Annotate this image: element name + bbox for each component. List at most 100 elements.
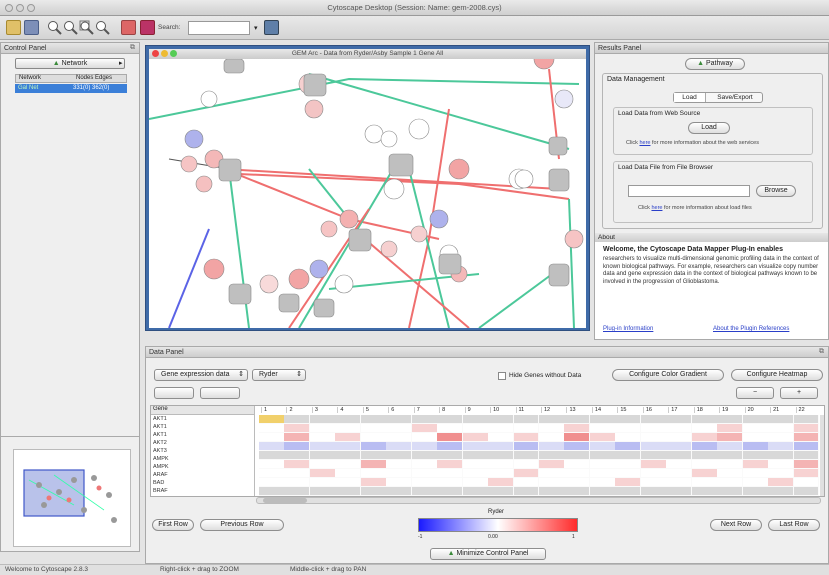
save-icon[interactable] <box>24 20 39 35</box>
heatmap-cell[interactable] <box>335 478 361 486</box>
heatmap-cell[interactable] <box>691 442 717 450</box>
heatmap-cell[interactable] <box>539 478 564 486</box>
heatmap-cell[interactable] <box>462 442 488 450</box>
zoom-out-icon[interactable] <box>63 20 78 35</box>
heatmap-cell[interactable] <box>666 478 692 486</box>
gene-label[interactable]: AMPK <box>153 463 254 471</box>
heatmap-cell[interactable] <box>793 451 819 459</box>
heatmap-cell[interactable] <box>742 487 768 495</box>
heatmap-cell[interactable] <box>564 415 590 423</box>
sample-column-header[interactable]: 9 <box>464 407 489 413</box>
heatmap-cell[interactable] <box>259 424 284 432</box>
sample-column-header[interactable]: 7 <box>413 407 438 413</box>
dataset-select[interactable]: Gene expression data ⇕ <box>154 369 248 381</box>
heatmap-cell[interactable] <box>360 469 386 477</box>
tab-save-export[interactable]: Save/Export <box>707 93 763 102</box>
gene-label[interactable]: BAD <box>153 479 254 487</box>
heatmap-cell[interactable] <box>615 451 641 459</box>
heatmap-cell[interactable] <box>768 424 794 432</box>
sample-column-header[interactable]: 12 <box>541 407 565 413</box>
heatmap-cell[interactable] <box>335 442 361 450</box>
heatmap-cell[interactable] <box>717 469 743 477</box>
sample-column-header[interactable]: 15 <box>617 407 641 413</box>
heatmap-cell[interactable] <box>335 460 361 468</box>
heatmap-cell[interactable] <box>768 478 794 486</box>
heatmap-cell[interactable] <box>335 451 361 459</box>
heatmap-cell[interactable] <box>437 478 463 486</box>
heatmap-cell[interactable] <box>411 478 437 486</box>
browse-button[interactable]: Browse <box>756 185 796 197</box>
heatmap-cell[interactable] <box>615 433 641 441</box>
heatmap-cell[interactable] <box>309 451 335 459</box>
heatmap-cell[interactable] <box>437 433 463 441</box>
heatmap-cell[interactable] <box>386 469 412 477</box>
heatmap-cell[interactable] <box>640 487 666 495</box>
heatmap-cell[interactable] <box>360 487 386 495</box>
plugin-references-link[interactable]: About the Plugin References <box>713 326 789 332</box>
heatmap-cell[interactable] <box>360 424 386 432</box>
heatmap-cell[interactable] <box>259 460 284 468</box>
heatmap-cell[interactable] <box>539 424 564 432</box>
next-row-button[interactable]: Next Row <box>710 519 762 531</box>
heatmap-cell[interactable] <box>615 424 641 432</box>
heatmap-cell[interactable] <box>309 478 335 486</box>
heatmap-cell[interactable] <box>386 424 412 432</box>
heatmap-cell[interactable] <box>640 469 666 477</box>
heatmap-cell[interactable] <box>411 460 437 468</box>
heatmap-cell[interactable] <box>691 433 717 441</box>
heatmap-cell[interactable] <box>437 469 463 477</box>
heatmap-cell[interactable] <box>335 424 361 432</box>
heatmap-cell[interactable] <box>437 415 463 423</box>
vizmapper-icon[interactable] <box>140 20 155 35</box>
load-button[interactable]: Load <box>688 122 730 134</box>
heatmap-cell[interactable] <box>589 433 615 441</box>
heatmap-cell[interactable] <box>691 415 717 423</box>
panel-float-icon[interactable]: ⧉ <box>130 44 135 52</box>
heatmap-cell[interactable] <box>259 469 284 477</box>
heatmap-cell[interactable] <box>309 433 335 441</box>
heatmap-cell[interactable] <box>691 460 717 468</box>
sample-column-header[interactable]: 17 <box>668 407 692 413</box>
heatmap-cell[interactable] <box>742 469 768 477</box>
heatmap-cell[interactable] <box>666 433 692 441</box>
previous-row-button[interactable]: Previous Row <box>200 519 284 531</box>
heatmap-cell[interactable] <box>564 424 590 432</box>
heatmap-cell[interactable] <box>335 433 361 441</box>
heatmap-cell[interactable] <box>411 469 437 477</box>
heatmap-cell[interactable] <box>666 424 692 432</box>
heatmap-cell[interactable] <box>513 451 539 459</box>
heatmap-cell[interactable] <box>360 478 386 486</box>
heatmap-cell[interactable] <box>793 478 819 486</box>
heatmap-cell[interactable] <box>768 460 794 468</box>
heatmap-cell[interactable] <box>513 469 539 477</box>
heatmap-cell[interactable] <box>386 451 412 459</box>
heatmap-cell[interactable] <box>666 460 692 468</box>
heatmap-cell[interactable] <box>488 460 514 468</box>
heatmap-cell[interactable] <box>615 487 641 495</box>
heatmap-cell[interactable] <box>513 424 539 432</box>
heatmap-cell[interactable] <box>539 469 564 477</box>
heatmap-cell[interactable] <box>513 415 539 423</box>
heatmap-cell[interactable] <box>386 487 412 495</box>
heatmap-cell[interactable] <box>589 469 615 477</box>
heatmap-cell[interactable] <box>488 442 514 450</box>
heatmap-cell[interactable] <box>717 478 743 486</box>
heatmap-cell[interactable] <box>360 433 386 441</box>
heatmap-cell[interactable] <box>284 451 310 459</box>
heatmap-cell[interactable] <box>717 415 743 423</box>
heatmap-cell[interactable] <box>691 424 717 432</box>
heatmap-cell[interactable] <box>488 415 514 423</box>
configure-heatmap-button[interactable]: Configure Heatmap <box>731 369 823 381</box>
data-panel-float-icon[interactable]: ⧉ <box>819 348 824 356</box>
heatmap-cell[interactable] <box>462 487 488 495</box>
minimize-control-panel-button[interactable]: ▲ Minimize Control Panel <box>430 548 546 560</box>
heatmap-cell[interactable] <box>335 469 361 477</box>
heatmap-cell[interactable] <box>742 478 768 486</box>
heatmap-cell[interactable] <box>488 424 514 432</box>
heatmap-cell[interactable] <box>513 487 539 495</box>
sample-column-header[interactable]: 4 <box>337 407 361 413</box>
search-dropdown-icon[interactable]: ▾ <box>254 24 258 32</box>
heatmap-cell[interactable] <box>640 460 666 468</box>
heatmap-cell[interactable] <box>717 487 743 495</box>
heatmap-cell[interactable] <box>309 442 335 450</box>
